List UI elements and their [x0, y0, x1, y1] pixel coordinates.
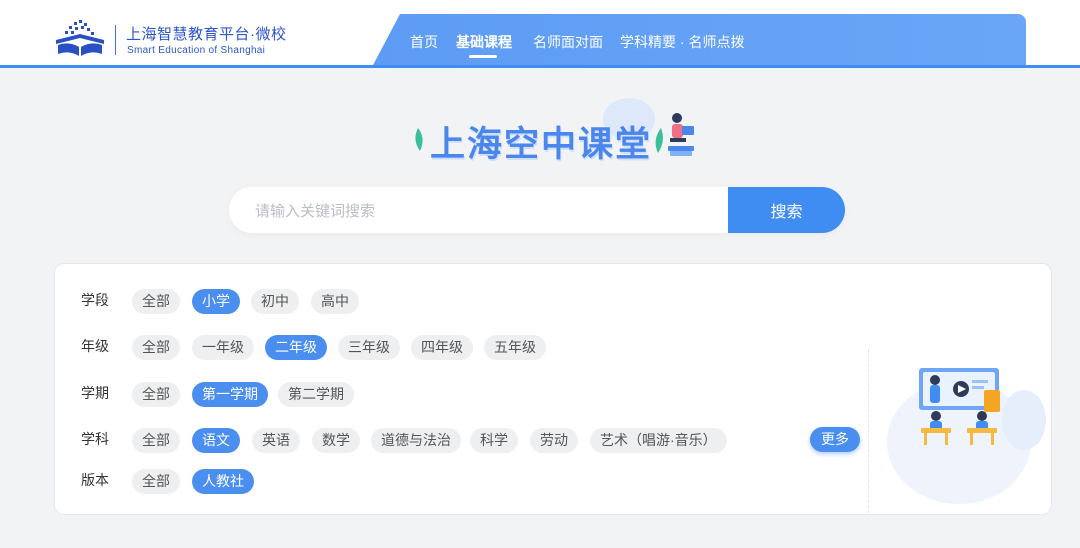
student-reading-icon [668, 113, 694, 156]
top-header: 上海智慧教育平台·微校 Smart Education of Shanghai … [0, 0, 1080, 67]
chip-subject-chinese[interactable]: 语文 [192, 428, 240, 453]
chip-subject-math[interactable]: 数学 [312, 428, 360, 453]
more-button[interactable]: 更多 [810, 427, 860, 452]
chip-stage-all[interactable]: 全部 [132, 289, 180, 314]
nav-subject-essentials[interactable]: 学科精要 · 名师点拨 [620, 32, 744, 52]
chip-subject-labor[interactable]: 劳动 [530, 428, 578, 453]
filter-label-grade: 年级 [81, 338, 109, 354]
nav-basic-courses[interactable]: 基础课程 [456, 32, 512, 52]
chip-edition-pep[interactable]: 人教社 [192, 469, 254, 494]
brand-subtitle: Smart Education of Shanghai [127, 45, 266, 56]
filter-label-edition: 版本 [81, 472, 109, 488]
filter-label-semester: 学期 [81, 385, 109, 401]
filter-label-stage: 学段 [81, 292, 109, 308]
chip-stage-senior[interactable]: 高中 [311, 289, 359, 314]
chip-grade-all[interactable]: 全部 [132, 335, 180, 360]
filter-label-subject: 学科 [81, 431, 109, 447]
chip-stage-primary[interactable]: 小学 [192, 289, 240, 314]
chip-subject-morality-law[interactable]: 道德与法治 [371, 428, 461, 453]
chip-subject-all[interactable]: 全部 [132, 428, 180, 453]
chip-semester-1[interactable]: 第一学期 [192, 382, 268, 407]
classroom-illustration-icon [887, 368, 1046, 504]
header-accent-line [0, 65, 1080, 68]
nav-teacher-face-to-face[interactable]: 名师面对面 [533, 32, 603, 52]
nav-home[interactable]: 首页 [410, 32, 438, 52]
brand-title[interactable]: 上海智慧教育平台·微校 [126, 23, 287, 44]
chip-edition-all[interactable]: 全部 [132, 469, 180, 494]
chip-grade-5[interactable]: 五年级 [484, 335, 546, 360]
chip-semester-2[interactable]: 第二学期 [278, 382, 354, 407]
chip-grade-4[interactable]: 四年级 [411, 335, 473, 360]
chip-stage-junior[interactable]: 初中 [251, 289, 299, 314]
chip-subject-science[interactable]: 科学 [470, 428, 518, 453]
logo-divider [115, 25, 116, 55]
leaf-left-icon [415, 128, 423, 151]
filter-panel: 学段 全部 小学 初中 高中 年级 全部 一年级 二年级 三年级 四年级 五年级… [54, 263, 1052, 515]
search-input[interactable] [253, 187, 727, 235]
nav-active-indicator [469, 55, 497, 58]
search-button[interactable]: 搜索 [728, 187, 845, 233]
chip-grade-1[interactable]: 一年级 [192, 335, 254, 360]
book-logo-icon[interactable] [54, 20, 106, 58]
hero-title: 上海空中课堂 [430, 125, 653, 164]
chip-grade-3[interactable]: 三年级 [338, 335, 400, 360]
chip-subject-english[interactable]: 英语 [252, 428, 300, 453]
chip-subject-arts-music[interactable]: 艺术（唱游·音乐） [590, 428, 727, 453]
chip-semester-all[interactable]: 全部 [132, 382, 180, 407]
chip-grade-2[interactable]: 二年级 [265, 335, 327, 360]
search-bar: 搜索 [229, 187, 845, 235]
